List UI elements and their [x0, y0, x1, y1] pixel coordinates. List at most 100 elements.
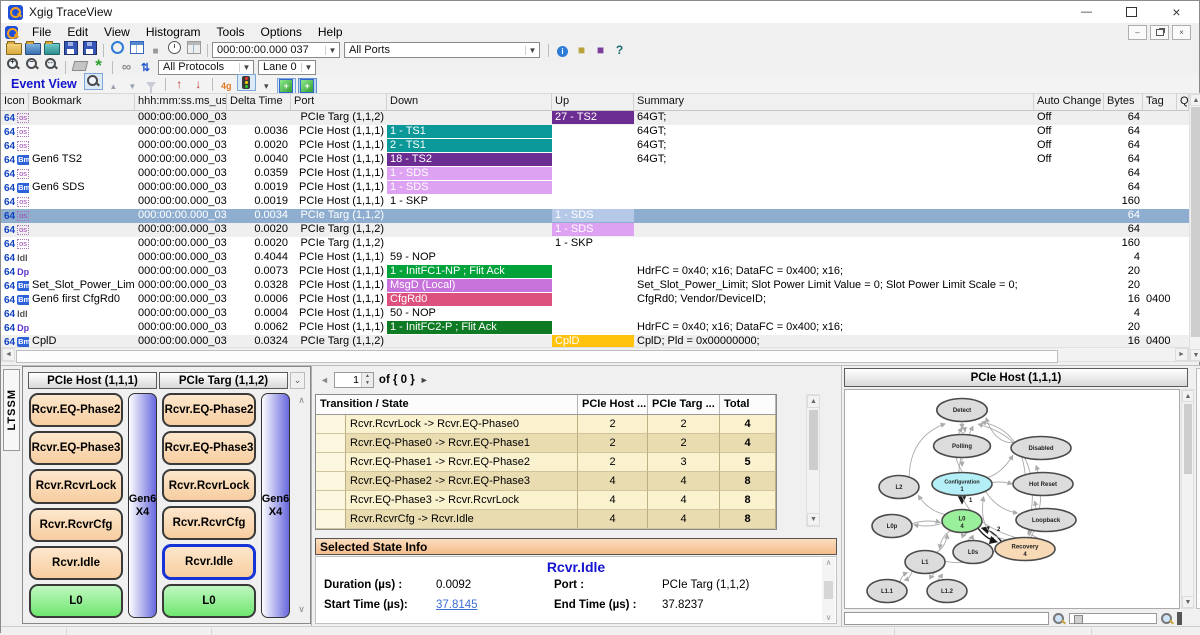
state-node-polling[interactable]: Polling [934, 435, 991, 458]
scroll-down-icon[interactable]: ▼ [1182, 596, 1194, 608]
jump-up-icon[interactable]: ↑ [171, 77, 188, 92]
menu-tools[interactable]: Tools [209, 24, 253, 40]
state-node-detect[interactable]: Detect [937, 399, 987, 422]
nav-prev-icon[interactable]: ◄ [320, 375, 329, 385]
sync-icon[interactable] [109, 40, 126, 55]
trace-export-icon[interactable] [43, 40, 60, 55]
zoom-slider[interactable] [1069, 613, 1157, 624]
table-row[interactable]: 64Idl000:00:00.000_0380.0004PCIe Host (1… [1, 307, 1189, 321]
scroll-up-icon[interactable]: ▲ [807, 395, 820, 408]
transition-row[interactable]: Rcvr.EQ-Phase1 -> Rcvr.EQ-Phase2235 [316, 453, 776, 472]
state-node-l0[interactable]: L04 [942, 510, 982, 533]
menu-help[interactable]: Help [310, 24, 351, 40]
table-row[interactable]: 64Idl000:00:00.000_0380.4044PCIe Host (1… [1, 251, 1189, 265]
mdi-restore-button[interactable] [1150, 25, 1169, 40]
column-header-down[interactable]: Down [387, 94, 552, 110]
scroll-thumb[interactable] [824, 581, 833, 599]
decode-star-icon[interactable]: * [90, 58, 107, 73]
spinner-up-icon[interactable]: ▲ [362, 373, 373, 380]
scroll-thumb[interactable] [809, 410, 818, 470]
ltssm-state-rcvr-rcvrlock[interactable]: Rcvr.RcvrLock [162, 469, 256, 503]
menu-edit[interactable]: Edit [59, 24, 96, 40]
column-header-icon[interactable]: Icon [1, 94, 29, 110]
table-row[interactable]: 64os000:00:00.000_0370.0036PCIe Host (1,… [1, 125, 1189, 139]
column-header-summary[interactable]: Summary [634, 94, 1034, 110]
save-icon[interactable] [62, 41, 79, 56]
grid-vertical-scrollbar[interactable]: ▲ ▼ [1189, 93, 1200, 362]
scroll-up-icon[interactable]: ∧ [822, 558, 835, 567]
menu-histogram[interactable]: Histogram [138, 24, 209, 40]
scroll-thumb[interactable] [1184, 404, 1192, 474]
ltssm-state-rcvr-rcvrcfg[interactable]: Rcvr.RcvrCfg [29, 508, 123, 542]
ports-combobox[interactable]: All Ports ▼ [344, 42, 540, 58]
transition-row[interactable]: Rcvr.EQ-Phase3 -> Rcvr.RcvrLock448 [316, 491, 776, 510]
column-header-port[interactable]: Port [291, 94, 387, 110]
ltssm-state-rcvr-rcvrcfg[interactable]: Rcvr.RcvrCfg [162, 506, 256, 540]
state-node-loopback[interactable]: Loopback [1016, 509, 1076, 532]
column-header-auto-change[interactable]: Auto Change [1034, 94, 1104, 110]
select-event-icon[interactable] [84, 73, 103, 90]
zoom-out-icon[interactable]: − [24, 57, 41, 72]
column-header-hhh-mm-ss-ms-us[interactable]: hhh:mm:ss.ms_us [135, 94, 227, 110]
table-row[interactable]: 64Dp000:00:00.000_0380.0062PCIe Host (1,… [1, 321, 1189, 335]
ltssm-state-rcvr-eq-phase2[interactable]: Rcvr.EQ-Phase2 [29, 393, 123, 427]
table-row[interactable]: 64os000:00:00.000_0370.0020PCIe Targ (1,… [1, 223, 1189, 237]
table-row[interactable]: 64os000:00:00.000_0370.0020PCIe Targ (1,… [1, 237, 1189, 251]
mdi-minimize-button[interactable]: – [1128, 25, 1147, 40]
column-header-delta-time[interactable]: Delta Time [227, 94, 291, 110]
state-node-l11[interactable]: L1.1 [867, 580, 907, 603]
table-row[interactable]: 64BmSet_Slot_Power_Limit000:00:00.000_03… [1, 279, 1189, 293]
state-node-l0s[interactable]: L0s [953, 541, 993, 564]
ltssm-targ-header[interactable]: PCIe Targ (1,1,2) [159, 372, 288, 389]
table-row[interactable]: 64os000:00:00.000_0370.0019PCIe Host (1,… [1, 195, 1189, 209]
spinner-down-icon[interactable]: ▼ [362, 380, 373, 387]
state-node-hotreset[interactable]: Hot Reset [1013, 473, 1073, 496]
scroll-down-icon[interactable]: ∨ [822, 613, 835, 622]
column-header-tag[interactable]: Tag [1143, 94, 1177, 110]
splitter-handle[interactable] [1177, 612, 1182, 625]
scroll-down-icon[interactable]: ▼ [1190, 349, 1200, 361]
table-row[interactable]: 64BmGen6 TS2000:00:00.000_0370.0040PCIe … [1, 153, 1189, 167]
scroll-up-icon[interactable]: ▲ [1182, 390, 1194, 402]
scroll-thumb[interactable] [1191, 107, 1200, 337]
scroll-right-icon[interactable]: ► [1175, 348, 1188, 361]
ltssm-state-diagram[interactable]: DetectPollingDisabledConfiguration1Hot R… [844, 389, 1180, 609]
state-node-l0p[interactable]: L0p [872, 515, 912, 538]
close-button[interactable]: × [1154, 1, 1199, 23]
traffic-light-icon[interactable] [237, 74, 256, 91]
table-row[interactable]: 64os000:00:00.000_0370.0020PCIe Host (1,… [1, 139, 1189, 153]
zoom-in-icon[interactable] [1160, 612, 1174, 626]
transition-row[interactable]: Rcvr.EQ-Phase0 -> Rcvr.EQ-Phase1224 [316, 434, 776, 453]
transition-header-3[interactable]: Total [720, 395, 776, 414]
table-row[interactable]: 64os000:00:00.000_0370.0359PCIe Host (1,… [1, 167, 1189, 181]
table-row[interactable]: 64Dp000:00:00.000_0380.0073PCIe Host (1,… [1, 265, 1189, 279]
transition-scrollbar[interactable]: ▲ ▼ [806, 394, 820, 527]
transition-row[interactable]: Rcvr.RcvrCfg -> Rcvr.Idle448 [316, 510, 776, 529]
state-node-l12[interactable]: L1.2 [927, 580, 967, 603]
ltssm-dropdown-button[interactable]: ⌄ [290, 372, 305, 389]
scroll-left-icon[interactable]: ◄ [2, 348, 15, 361]
zoom-out-icon[interactable] [1052, 612, 1066, 626]
transition-header-0[interactable]: Transition / State [316, 395, 578, 414]
trace-import-icon[interactable] [24, 40, 41, 55]
protocols-combobox[interactable]: All Protocols ▼ [158, 60, 254, 75]
ltssm-state-l0[interactable]: L0 [29, 584, 123, 618]
table-row[interactable]: 64BmGen6 first CfgRd0000:00:00.000_0380.… [1, 293, 1189, 307]
transition-header-2[interactable]: PCIe Targ ... [648, 395, 720, 414]
menu-view[interactable]: View [96, 24, 138, 40]
maximize-button[interactable] [1109, 1, 1154, 23]
caret-icon[interactable]: ▾ [258, 79, 275, 94]
transition-row[interactable]: Rcvr.EQ-Phase2 -> Rcvr.EQ-Phase3448 [316, 472, 776, 491]
legend-yellow-icon[interactable]: ■ [573, 42, 590, 57]
snapshot-icon[interactable] [185, 40, 202, 55]
menu-file[interactable]: File [24, 24, 59, 40]
ltssm-state-rcvr-eq-phase3[interactable]: Rcvr.EQ-Phase3 [29, 431, 123, 465]
transition-row[interactable]: Rcvr.RcvrLock -> Rcvr.EQ-Phase0224 [316, 415, 776, 434]
timer-icon[interactable] [166, 40, 183, 55]
jump-down-icon[interactable]: ↓ [190, 77, 207, 92]
help-icon[interactable]: ? [611, 42, 628, 57]
transition-header-1[interactable]: PCIe Host ... [578, 395, 648, 414]
state-node-l1[interactable]: L1 [905, 551, 945, 574]
table-row[interactable]: 64os000:00:00.000_0370.0034PCIe Targ (1,… [1, 209, 1189, 223]
ltssm-state-rcvr-idle[interactable]: Rcvr.Idle [29, 546, 123, 580]
